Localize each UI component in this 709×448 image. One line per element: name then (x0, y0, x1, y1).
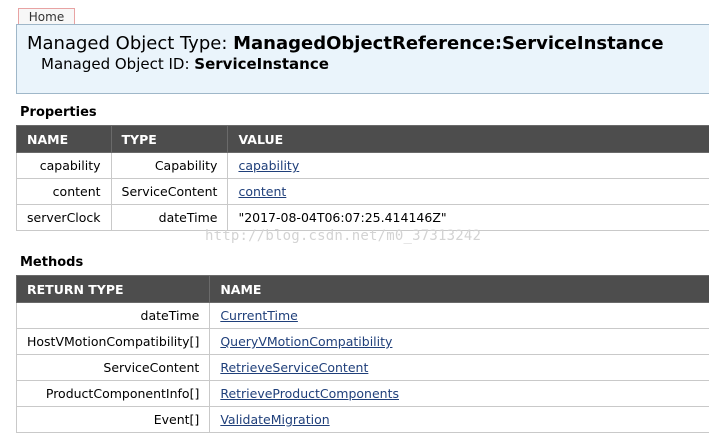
id-value: ServiceInstance (194, 55, 329, 73)
col-header-value: VALUE (227, 125, 709, 153)
method-link[interactable]: RetrieveProductComponents (220, 386, 399, 401)
watermark-text: http://blog.csdn.net/m0_37313242 (205, 228, 482, 244)
method-return-type: ServiceContent (15, 354, 211, 381)
method-link[interactable]: CurrentTime (220, 308, 298, 323)
prop-type: dateTime (110, 204, 229, 231)
id-label: Managed Object ID: (41, 55, 195, 73)
managed-object-type: Managed Object Type: ManagedObjectRefere… (27, 33, 664, 54)
prop-value-link[interactable]: content (238, 184, 286, 199)
type-label: Managed Object Type: (27, 33, 234, 54)
col-header-method-name: NAME (209, 275, 709, 303)
prop-type: Capability (110, 152, 229, 179)
table-row: Event[] ValidateMigration (15, 406, 709, 433)
managed-object-id: Managed Object ID: ServiceInstance (41, 55, 329, 73)
prop-value-cell: capability (227, 152, 709, 179)
properties-title: Properties (20, 105, 97, 120)
prop-name: serverClock (16, 204, 112, 231)
prop-type: ServiceContent (110, 178, 229, 205)
table-row: ProductComponentInfo[] RetrieveProductCo… (15, 380, 709, 407)
table-row: content ServiceContent content (16, 178, 709, 205)
home-tab[interactable]: Home (18, 8, 75, 25)
table-row: dateTime CurrentTime (15, 302, 709, 329)
method-return-type: Event[] (15, 406, 211, 433)
method-return-type: ProductComponentInfo[] (15, 380, 211, 407)
table-row: capability Capability capability (16, 152, 709, 179)
method-name-cell: RetrieveProductComponents (209, 380, 709, 407)
method-return-type: HostVMotionCompatibility[] (15, 328, 211, 355)
properties-table: NAME TYPE VALUE capability Capability ca… (16, 125, 709, 231)
method-name-cell: RetrieveServiceContent (209, 354, 709, 381)
method-return-type: dateTime (15, 302, 211, 329)
methods-title: Methods (20, 255, 84, 270)
methods-table: RETURN TYPE NAME dateTime CurrentTime Ho… (15, 275, 709, 433)
method-link[interactable]: QueryVMotionCompatibility (220, 334, 392, 349)
table-row: serverClock dateTime "2017-08-04T06:07:2… (16, 204, 709, 231)
prop-value-text: "2017-08-04T06:07:25.414146Z" (227, 204, 709, 231)
col-header-name: NAME (16, 125, 112, 153)
method-name-cell: QueryVMotionCompatibility (209, 328, 709, 355)
type-value: ManagedObjectReference:ServiceInstance (233, 33, 664, 54)
methods-header-row: RETURN TYPE NAME (15, 275, 709, 303)
prop-value-link[interactable]: capability (238, 158, 299, 173)
method-name-cell: CurrentTime (209, 302, 709, 329)
prop-value-cell: content (227, 178, 709, 205)
object-header: Managed Object Type: ManagedObjectRefere… (16, 24, 709, 94)
prop-name: capability (16, 152, 112, 179)
method-link[interactable]: ValidateMigration (220, 412, 329, 427)
col-header-type: TYPE (110, 125, 229, 153)
properties-header-row: NAME TYPE VALUE (16, 125, 709, 153)
method-link[interactable]: RetrieveServiceContent (220, 360, 368, 375)
prop-name: content (16, 178, 112, 205)
table-row: ServiceContent RetrieveServiceContent (15, 354, 709, 381)
col-header-return-type: RETURN TYPE (15, 275, 211, 303)
table-row: HostVMotionCompatibility[] QueryVMotionC… (15, 328, 709, 355)
method-name-cell: ValidateMigration (209, 406, 709, 433)
